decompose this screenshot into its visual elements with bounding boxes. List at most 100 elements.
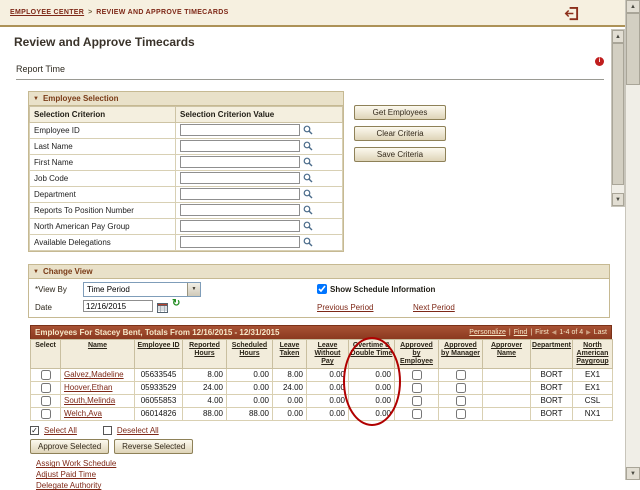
deselect-all-check-icon[interactable] <box>103 426 112 435</box>
employee-name-link[interactable]: Welch,Ava <box>64 409 102 418</box>
lookup-icon[interactable] <box>303 125 313 137</box>
collapse-icon[interactable]: ▼ <box>33 96 39 102</box>
deselect-all-link[interactable]: Deselect All <box>117 426 159 435</box>
employee-selection-header[interactable]: ▼ Employee Selection <box>29 92 343 106</box>
row-select-checkbox[interactable] <box>41 383 51 393</box>
outer-scrollbar[interactable]: ▲ ▼ <box>625 0 640 480</box>
approved-by-manager-checkbox[interactable] <box>456 383 466 393</box>
delegate-authority-link[interactable]: Delegate Authority <box>36 481 610 490</box>
calendar-icon[interactable] <box>157 300 168 318</box>
adjust-paid-time-link[interactable]: Adjust Paid Time <box>36 470 610 479</box>
column-header-leave_taken[interactable]: Leave Taken <box>273 340 307 369</box>
criterion-input[interactable] <box>180 220 300 232</box>
employee-name-link[interactable]: Galvez,Madeline <box>64 370 124 379</box>
view-by-label: *View By <box>35 285 67 294</box>
dropdown-arrow-icon[interactable]: ▼ <box>187 283 200 296</box>
exit-icon[interactable] <box>564 6 579 21</box>
inner-scrollbar-up-button[interactable]: ▲ <box>612 30 624 43</box>
outer-scrollbar-down-button[interactable]: ▼ <box>626 467 640 480</box>
lookup-icon[interactable] <box>303 173 313 185</box>
breadcrumb-home-link[interactable]: EMPLOYEE CENTER <box>10 9 84 16</box>
outer-scrollbar-thumb[interactable] <box>626 13 640 85</box>
inner-scrollbar-track[interactable] <box>612 43 624 193</box>
column-header-lwop[interactable]: Leave Without Pay <box>307 340 349 369</box>
approved-by-manager-checkbox[interactable] <box>456 370 466 380</box>
criterion-input[interactable] <box>180 188 300 200</box>
lookup-icon[interactable] <box>303 189 313 201</box>
date-input[interactable] <box>83 300 153 312</box>
select-all-link[interactable]: Select All <box>44 426 77 435</box>
row-select-checkbox[interactable] <box>41 370 51 380</box>
previous-page-icon[interactable]: ◀ <box>552 329 557 336</box>
pagination-first[interactable]: First <box>535 329 549 336</box>
next-page-icon[interactable]: ▶ <box>586 329 591 336</box>
column-header-overtime[interactable]: Overtime & Double Time <box>349 340 395 369</box>
approved-by-employee-checkbox[interactable] <box>412 409 422 419</box>
column-header-appr_emp[interactable]: Approved by Employee <box>395 340 439 369</box>
column-header-appr_mgr[interactable]: Approved by Manager <box>439 340 483 369</box>
outer-scrollbar-track[interactable] <box>626 13 640 467</box>
personalize-link[interactable]: Personalize <box>469 329 506 336</box>
approved-by-employee-checkbox[interactable] <box>412 370 422 380</box>
reverse-selected-button[interactable]: Reverse Selected <box>114 439 193 454</box>
clear-criteria-button[interactable]: Clear Criteria <box>354 126 446 141</box>
employee-name-link[interactable]: South,Melinda <box>64 396 115 405</box>
inner-scrollbar-down-button[interactable]: ▼ <box>612 193 624 206</box>
criteria-buttons: Get Employees Clear Criteria Save Criter… <box>354 105 446 252</box>
criterion-input[interactable] <box>180 156 300 168</box>
collapse-icon[interactable]: ▼ <box>33 269 39 275</box>
approved-by-manager-checkbox[interactable] <box>456 396 466 406</box>
column-header-scheduled[interactable]: Scheduled Hours <box>227 340 273 369</box>
criterion-input[interactable] <box>180 204 300 216</box>
lookup-icon[interactable] <box>303 237 313 249</box>
select-all-check-icon[interactable]: ✓ <box>30 426 39 435</box>
cell-leave_taken: 0.00 <box>273 395 307 408</box>
lookup-icon[interactable] <box>303 221 313 233</box>
find-link[interactable]: Find <box>514 329 528 336</box>
get-employees-button[interactable]: Get Employees <box>354 105 446 120</box>
cell-approver <box>483 395 531 408</box>
inner-scrollbar-thumb[interactable] <box>612 43 624 185</box>
column-header-paygroup[interactable]: North American Paygroup <box>573 340 613 369</box>
criterion-input[interactable] <box>180 140 300 152</box>
assign-work-schedule-link[interactable]: Assign Work Schedule <box>36 459 610 468</box>
cell-approver <box>483 408 531 421</box>
cell-lwop: 0.00 <box>307 395 349 408</box>
cell-appr_mgr <box>439 369 483 382</box>
lookup-icon[interactable] <box>303 157 313 169</box>
row-select-checkbox[interactable] <box>41 409 51 419</box>
approved-by-employee-checkbox[interactable] <box>412 383 422 393</box>
approve-selected-button[interactable]: Approve Selected <box>30 439 109 454</box>
criteria-row: Job Code <box>30 171 343 187</box>
employee-name-link[interactable]: Hoover,Ethan <box>64 383 112 392</box>
next-period-link[interactable]: Next Period <box>413 303 455 312</box>
show-schedule-option[interactable]: Show Schedule Information <box>317 284 435 294</box>
alert-icon[interactable]: i <box>595 57 604 66</box>
previous-period-link[interactable]: Previous Period <box>317 303 373 312</box>
criteria-body: Employee IDLast NameFirst NameJob CodeDe… <box>30 123 343 251</box>
column-header-name[interactable]: Name <box>61 340 135 369</box>
approved-by-employee-checkbox[interactable] <box>412 396 422 406</box>
column-header-reported[interactable]: Reported Hours <box>183 340 227 369</box>
criterion-value-cell <box>176 139 343 155</box>
lookup-icon[interactable] <box>303 205 313 217</box>
refresh-icon[interactable]: ↻ <box>172 299 180 309</box>
column-header-department[interactable]: Department <box>531 340 573 369</box>
view-by-dropdown[interactable]: Time Period ▼ <box>83 282 201 297</box>
pagination-last[interactable]: Last <box>594 329 607 336</box>
row-select-checkbox[interactable] <box>41 396 51 406</box>
approved-by-manager-checkbox[interactable] <box>456 409 466 419</box>
criterion-label: Employee ID <box>30 123 176 139</box>
criterion-input[interactable] <box>180 124 300 136</box>
column-header-approver[interactable]: Approver Name <box>483 340 531 369</box>
show-schedule-checkbox[interactable] <box>317 284 327 294</box>
criterion-input[interactable] <box>180 236 300 248</box>
lookup-icon[interactable] <box>303 141 313 153</box>
column-header-employee_id[interactable]: Employee ID <box>135 340 183 369</box>
date-label: Date <box>35 303 52 312</box>
criterion-input[interactable] <box>180 172 300 184</box>
inner-scrollbar[interactable]: ▲ ▼ <box>611 29 625 207</box>
outer-scrollbar-up-button[interactable]: ▲ <box>626 0 640 13</box>
save-criteria-button[interactable]: Save Criteria <box>354 147 446 162</box>
change-view-header[interactable]: ▼ Change View <box>29 265 609 279</box>
